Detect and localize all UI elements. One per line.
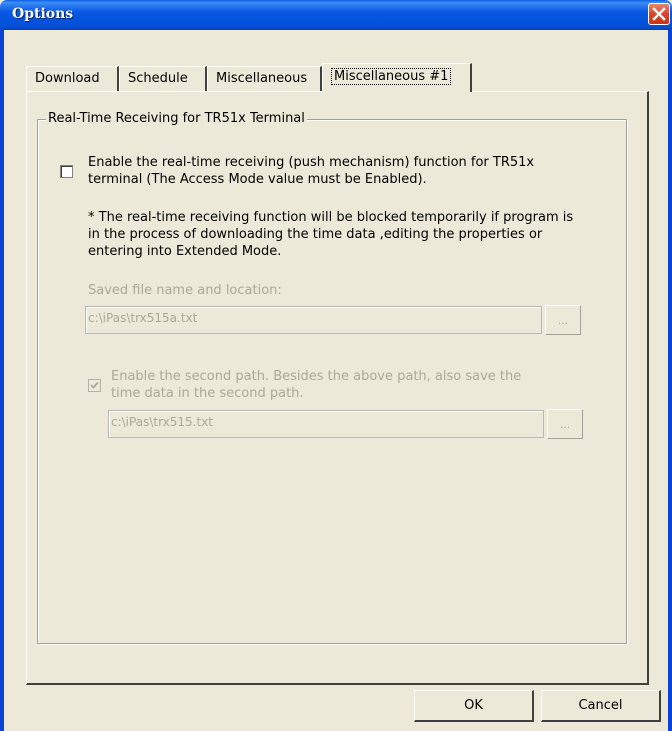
second-path-checkbox[interactable] bbox=[88, 379, 101, 392]
tab-label: Download bbox=[35, 71, 100, 86]
group-legend: Real-Time Receiving for TR51x Terminal bbox=[46, 111, 307, 126]
tab-schedule[interactable]: Schedule bbox=[119, 66, 207, 91]
saved-file-input[interactable]: c:\iPas\trx515a.txt bbox=[85, 306, 542, 334]
note-line2: in the process of downloading the time d… bbox=[88, 227, 543, 242]
note-line1: * The real-time receiving function will … bbox=[88, 210, 574, 225]
saved-file-label: Saved file name and location: bbox=[88, 283, 282, 298]
window-frame-right bbox=[668, 30, 672, 731]
saved-file-browse-button[interactable]: ... bbox=[545, 305, 581, 335]
enable-realtime-label-line2[interactable]: terminal (The Access Mode value must be … bbox=[88, 171, 427, 188]
checkmark-icon bbox=[90, 381, 99, 389]
enable-realtime-label-line1[interactable]: Enable the real-time receiving (push mec… bbox=[88, 154, 534, 171]
enable-realtime-checkbox[interactable] bbox=[60, 165, 73, 178]
cancel-button[interactable]: Cancel bbox=[541, 690, 661, 722]
tab-label: Miscellaneous bbox=[216, 71, 308, 86]
second-path-label-line1[interactable]: Enable the second path. Besides the abov… bbox=[111, 368, 521, 385]
tab-miscellaneous[interactable]: Miscellaneous bbox=[207, 66, 322, 91]
window-frame-left bbox=[0, 30, 4, 731]
tab-download[interactable]: Download bbox=[26, 66, 119, 91]
window-title: Options bbox=[12, 6, 74, 22]
second-path-browse-button[interactable]: ... bbox=[547, 409, 583, 439]
ok-button[interactable]: OK bbox=[414, 690, 534, 722]
tab-label: Miscellaneous #1 bbox=[331, 68, 452, 85]
realtime-receiving-group: Real-Time Receiving for TR51x Terminal E… bbox=[37, 111, 627, 644]
close-icon bbox=[652, 7, 666, 21]
note-line3: entering into Extended Mode. bbox=[88, 244, 282, 259]
second-path-label-line2[interactable]: time data in the second path. bbox=[111, 385, 304, 402]
tab-miscellaneous-1[interactable]: Miscellaneous #1 bbox=[322, 63, 472, 92]
second-path-input[interactable]: c:\iPas\trx515.txt bbox=[108, 410, 544, 438]
title-bar[interactable]: Options bbox=[0, 0, 672, 30]
tab-label: Schedule bbox=[128, 71, 188, 86]
close-button[interactable] bbox=[648, 3, 670, 25]
tab-page-miscellaneous-1: Real-Time Receiving for TR51x Terminal E… bbox=[26, 91, 649, 685]
